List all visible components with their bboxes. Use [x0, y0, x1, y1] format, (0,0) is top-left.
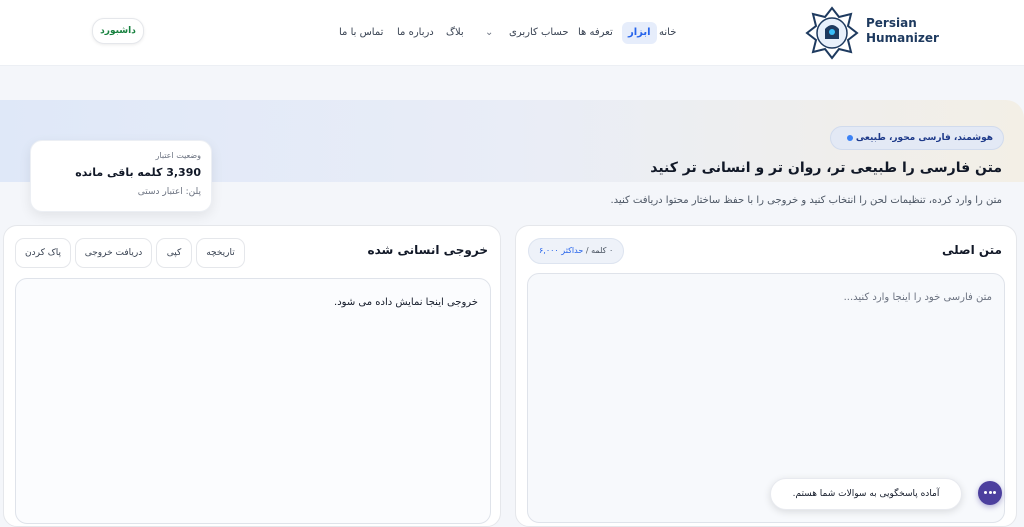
word-limit: حداکثر ۶,۰۰۰ [539, 246, 584, 255]
nav-home[interactable]: خانه [659, 22, 676, 44]
word-counter: ۰ کلمه / حداکثر ۶,۰۰۰ [528, 238, 625, 264]
nav-blog[interactable]: بلاگ [446, 22, 464, 44]
nav-contact[interactable]: تماس با ما [339, 22, 383, 44]
feature-pill-text: هوشمند، فارسی محور، طبیعی [855, 133, 993, 143]
credit-plan: پلن: اعتبار دستی [137, 187, 201, 197]
output-panel-title: خروجی انسانی شده [367, 243, 488, 257]
input-placeholder: متن فارسی خود را اینجا وارد کنید... [843, 292, 992, 303]
word-count: ۰ کلمه [591, 246, 614, 255]
credit-label: وضعیت اعتبار [155, 151, 201, 160]
nav-account[interactable]: حساب کاربری [509, 22, 569, 44]
download-output-button[interactable]: دریافت خروجی [75, 238, 152, 268]
input-panel-title: متن اصلی [941, 243, 1002, 257]
credit-remaining: 3,390 کلمه باقی مانده [75, 166, 201, 179]
copy-button[interactable]: کپی [156, 238, 192, 268]
chat-greeting-bubble[interactable]: آماده پاسخگویی به سوالات شما هستم. [770, 478, 962, 510]
nav-tools[interactable]: ابزار [622, 22, 657, 44]
dashboard-button[interactable]: داشبورد [92, 18, 144, 44]
output-panel: خروجی انسانی شده تاریخچه کپی دریافت خروج… [3, 225, 501, 527]
feature-pill: هوشمند، فارسی محور، طبیعی [829, 126, 1004, 150]
chevron-down-icon[interactable]: ⌄ [485, 22, 493, 44]
main-nav: خانه ابزار تعرفه ها حساب کاربری ⌄ بلاگ د… [0, 22, 1024, 44]
history-button[interactable]: تاریخچه [196, 238, 245, 268]
output-placeholder: خروجی اینجا نمایش داده می شود. [334, 297, 478, 308]
nav-pricing[interactable]: تعرفه ها [578, 22, 613, 44]
dot-icon [846, 134, 853, 141]
credit-status-card: وضعیت اعتبار 3,390 کلمه باقی مانده پلن: … [30, 140, 212, 212]
chat-icon[interactable] [978, 481, 1002, 505]
clear-button[interactable]: پاک کردن [15, 238, 71, 268]
output-textarea[interactable]: خروجی اینجا نمایش داده می شود. [15, 278, 491, 524]
nav-about[interactable]: درباره ما [397, 22, 434, 44]
page-title: متن فارسی را طبیعی تر، روان تر و انسانی … [650, 160, 1002, 176]
page-subtitle: متن را وارد کرده، تنظیمات لحن را انتخاب … [610, 195, 1003, 206]
top-navbar: Persian Humanizer خانه ابزار تعرفه ها حس… [0, 0, 1024, 66]
